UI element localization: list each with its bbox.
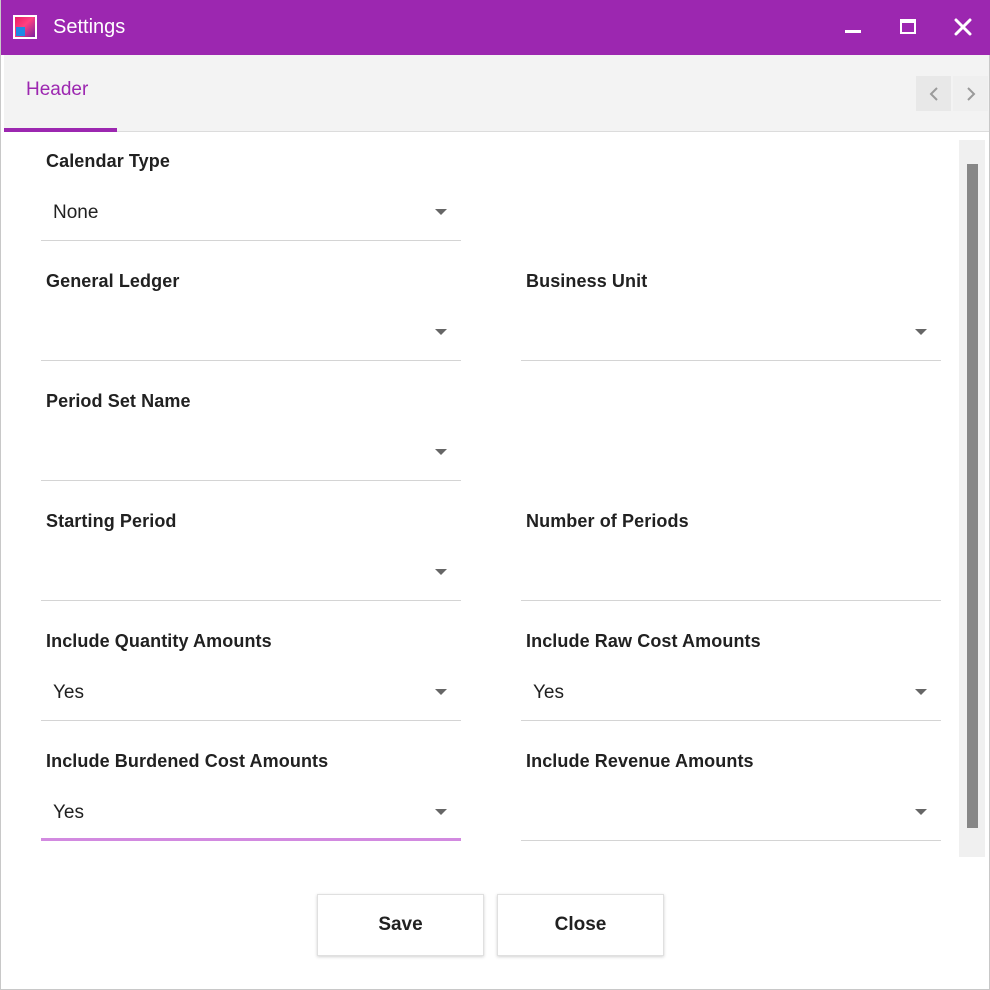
include-raw-cost-amounts-label: Include Raw Cost Amounts — [526, 631, 761, 651]
general-ledger-field: General Ledger — [41, 253, 461, 365]
caret-down-icon — [435, 809, 447, 815]
number-of-periods-field: Number of Periods — [521, 493, 941, 605]
calendar-type-value: None — [53, 202, 99, 223]
business-unit-field: Business Unit — [521, 253, 941, 365]
scrollbar-thumb[interactable] — [967, 164, 978, 828]
vertical-scrollbar[interactable] — [959, 140, 985, 857]
business-unit-select[interactable] — [521, 305, 941, 361]
active-tab-indicator — [4, 128, 117, 132]
include-quantity-amounts-value: Yes — [53, 682, 84, 703]
caret-down-icon — [915, 329, 927, 335]
maximize-icon — [900, 19, 916, 34]
include-burdened-cost-amounts-select[interactable]: Yes — [41, 785, 461, 841]
settings-window: Settings Header Calendar Type None Gener… — [0, 0, 990, 990]
include-raw-cost-amounts-field: Include Raw Cost Amounts Yes — [521, 613, 941, 725]
window-title: Settings — [53, 16, 126, 38]
minimize-icon — [845, 30, 861, 33]
caret-down-icon — [915, 689, 927, 695]
app-logo-icon — [13, 15, 37, 39]
include-quantity-amounts-field: Include Quantity Amounts Yes — [41, 613, 461, 725]
general-ledger-select[interactable] — [41, 305, 461, 361]
include-revenue-amounts-label: Include Revenue Amounts — [526, 751, 754, 771]
close-button[interactable]: Close — [497, 894, 664, 956]
caret-down-icon — [435, 449, 447, 455]
tab-header-label: Header — [26, 79, 89, 100]
period-set-name-select[interactable] — [41, 425, 461, 481]
calendar-type-label: Calendar Type — [46, 151, 171, 171]
tab-bar: Header — [4, 55, 989, 132]
caret-down-icon — [435, 569, 447, 575]
save-button[interactable]: Save — [317, 894, 484, 956]
calendar-type-field: Calendar Type None — [41, 133, 461, 245]
number-of-periods-label: Number of Periods — [526, 511, 689, 531]
include-revenue-amounts-select[interactable] — [521, 785, 941, 841]
include-burdened-cost-amounts-label: Include Burdened Cost Amounts — [46, 751, 329, 771]
tab-scroll-next-button[interactable] — [953, 76, 988, 111]
period-set-name-label: Period Set Name — [46, 391, 191, 411]
include-burdened-cost-amounts-field: Include Burdened Cost Amounts Yes — [41, 733, 461, 845]
include-raw-cost-amounts-value: Yes — [533, 682, 564, 703]
number-of-periods-input[interactable] — [521, 545, 941, 601]
chevron-left-icon — [929, 86, 938, 101]
caret-down-icon — [435, 689, 447, 695]
general-ledger-label: General Ledger — [46, 271, 180, 291]
minimize-button[interactable] — [833, 8, 873, 46]
maximize-button[interactable] — [888, 8, 928, 46]
tab-header[interactable]: Header — [4, 55, 117, 132]
include-revenue-amounts-field: Include Revenue Amounts — [521, 733, 941, 845]
starting-period-label: Starting Period — [46, 511, 177, 531]
include-quantity-amounts-label: Include Quantity Amounts — [46, 631, 272, 651]
include-burdened-cost-amounts-value: Yes — [53, 802, 84, 823]
dialog-footer: Save Close — [4, 863, 989, 988]
caret-down-icon — [915, 809, 927, 815]
settings-form: Calendar Type None General Ledger Busine… — [4, 133, 989, 863]
include-quantity-amounts-select[interactable]: Yes — [41, 665, 461, 721]
starting-period-select[interactable] — [41, 545, 461, 601]
include-raw-cost-amounts-select[interactable]: Yes — [521, 665, 941, 721]
starting-period-field: Starting Period — [41, 493, 461, 605]
tab-scroll-prev-button[interactable] — [916, 76, 951, 111]
business-unit-label: Business Unit — [526, 271, 648, 291]
calendar-type-select[interactable]: None — [41, 185, 461, 241]
chevron-right-icon — [966, 86, 975, 101]
caret-down-icon — [435, 329, 447, 335]
title-bar: Settings — [1, 0, 990, 55]
caret-down-icon — [435, 209, 447, 215]
period-set-name-field: Period Set Name — [41, 373, 461, 485]
close-icon — [954, 18, 972, 36]
close-window-button[interactable] — [943, 8, 983, 46]
